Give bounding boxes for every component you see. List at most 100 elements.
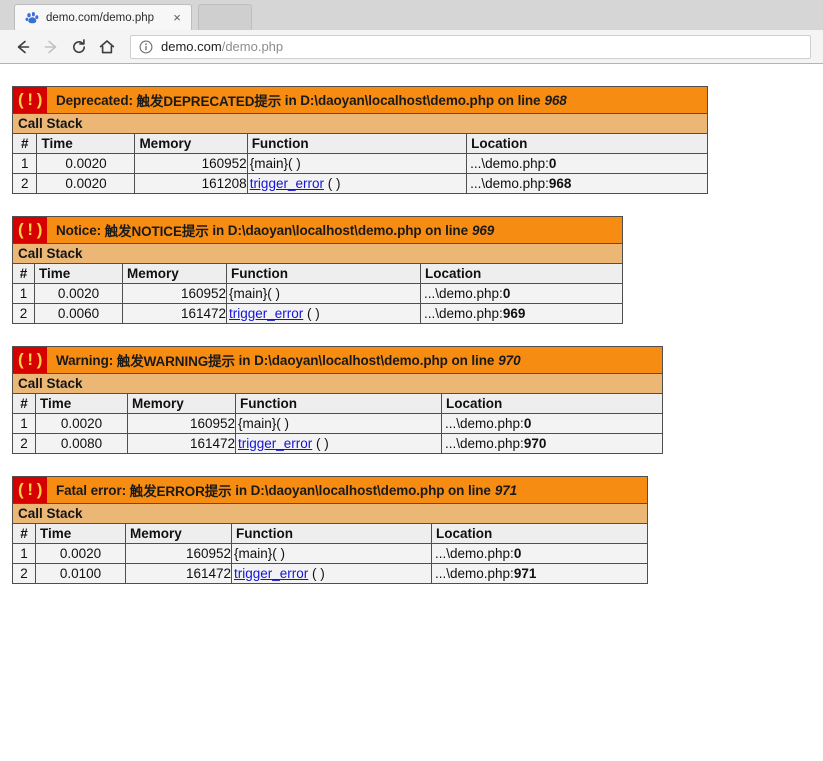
error-severity: Fatal error: (55, 482, 127, 498)
back-button[interactable] (10, 34, 36, 60)
function-link[interactable]: trigger_error (234, 566, 308, 581)
location-line: 0 (523, 416, 532, 431)
error-message: 触发NOTICE提示 (104, 224, 209, 239)
error-file-path: D:\daoyan\localhost\demo.php (250, 482, 445, 498)
stack-frame-index: 2 (12, 563, 36, 584)
column-header-function: Function (235, 393, 442, 414)
location-file: ...\demo.php: (424, 286, 503, 301)
error-alert-icon: ( ! ) (13, 217, 47, 243)
call-stack-row: 1 0.0020 160952 {main}( ) ...\demo.php:0 (11, 153, 708, 174)
home-icon (98, 38, 116, 56)
stack-frame-memory: 161472 (125, 563, 232, 584)
address-bar[interactable]: demo.com/demo.php (130, 34, 811, 59)
function-link[interactable]: trigger_error (229, 306, 303, 321)
location-file: ...\demo.php: (435, 566, 514, 581)
url-display: demo.com/demo.php (161, 39, 283, 54)
error-in-word: in (235, 482, 247, 498)
location-line: 0 (513, 546, 522, 561)
column-header-function: Function (226, 263, 421, 284)
stack-frame-function: trigger_error ( ) (246, 173, 468, 194)
column-header-num: # (12, 393, 36, 414)
stack-frame-memory: 160952 (125, 543, 232, 564)
stack-frame-memory: 161472 (122, 303, 227, 324)
function-args: {main}( ) (234, 546, 286, 561)
stack-frame-location: ...\demo.php:0 (430, 543, 649, 564)
reload-button[interactable] (66, 34, 92, 60)
xdebug-block-warning: ( ! ) Warning: 触发WARNING提示 in D:\daoyan\l… (11, 346, 664, 454)
browser-chrome: demo.com/demo.php × demo.com/demo.php (0, 0, 823, 64)
stack-frame-memory: 160952 (134, 153, 248, 174)
function-args: ( ) (308, 566, 325, 581)
stack-frame-time: 0.0100 (35, 563, 126, 584)
column-header-location: Location (440, 393, 664, 414)
back-arrow-icon (14, 38, 32, 56)
error-in-word: in (284, 92, 297, 108)
location-file: ...\demo.php: (445, 416, 524, 431)
column-header-time: Time (34, 263, 123, 284)
forward-arrow-icon (42, 38, 60, 56)
function-args: {main}( ) (238, 416, 290, 431)
browser-tab-demo[interactable]: demo.com/demo.php × (14, 4, 192, 30)
stack-frame-time: 0.0060 (34, 303, 123, 324)
location-line: 968 (548, 176, 572, 191)
stack-frame-time: 0.0020 (35, 543, 126, 564)
call-stack-label: Call Stack (11, 243, 624, 264)
error-file-path: D:\daoyan\localhost\demo.php (254, 352, 448, 368)
stack-frame-memory: 160952 (122, 283, 227, 304)
error-line-number: 971 (494, 482, 518, 498)
location-file: ...\demo.php: (470, 156, 549, 171)
column-header-function: Function (246, 133, 468, 154)
error-severity: Warning: (55, 352, 114, 368)
browser-toolbar: demo.com/demo.php (0, 30, 823, 63)
info-icon[interactable] (139, 40, 153, 54)
call-stack-row: 1 0.0020 160952 {main}( ) ...\demo.php:0 (12, 413, 664, 434)
error-message: 触发DEPRECATED提示 (136, 94, 282, 109)
new-tab-button[interactable] (198, 4, 252, 30)
tab-strip: demo.com/demo.php × (0, 0, 823, 30)
stack-frame-time: 0.0020 (36, 173, 136, 194)
call-stack-label: Call Stack (12, 113, 708, 134)
column-header-num: # (12, 263, 35, 284)
function-args: {main}( ) (229, 286, 281, 301)
error-title-text: Notice: 触发NOTICE提示 in D:\daoyan\localhos… (47, 217, 500, 243)
stack-frame-time: 0.0020 (35, 413, 128, 434)
paw-favicon (25, 11, 39, 25)
page-content: ( ! ) Deprecated: 触发DEPRECATED提示 in D:\da… (0, 64, 823, 759)
stack-frame-location: ...\demo.php:0 (419, 283, 624, 304)
column-header-memory: Memory (134, 133, 248, 154)
home-button[interactable] (94, 34, 120, 60)
xdebug-block-deprecated: ( ! ) Deprecated: 触发DEPRECATED提示 in D:\da… (11, 86, 708, 194)
error-severity: Notice: (55, 222, 101, 238)
error-severity: Deprecated: (55, 92, 133, 108)
stack-frame-memory: 160952 (127, 413, 236, 434)
error-file-path: D:\daoyan\localhost\demo.php (300, 92, 494, 108)
call-stack-row: 1 0.0020 160952 {main}( ) ...\demo.php:0 (12, 283, 624, 304)
stack-frame-index: 2 (12, 433, 36, 454)
error-header-notice: ( ! ) Notice: 触发NOTICE提示 in D:\daoyan\loc… (12, 216, 623, 244)
function-link[interactable]: trigger_error (238, 436, 312, 451)
xdebug-block-fatal-error: ( ! ) Fatal error: 触发ERROR提示 in D:\daoyan… (11, 476, 649, 584)
stack-frame-index: 1 (11, 153, 38, 174)
error-online-word: on line (425, 222, 468, 238)
forward-button[interactable] (38, 34, 64, 60)
column-header-memory: Memory (127, 393, 236, 414)
url-path: /demo.php (221, 39, 284, 54)
function-link[interactable]: trigger_error (250, 176, 324, 191)
error-online-word: on line (497, 92, 541, 108)
close-icon[interactable]: × (169, 10, 185, 26)
function-args: {main}( ) (249, 156, 301, 171)
error-online-word: on line (448, 482, 491, 498)
error-in-word: in (212, 222, 225, 238)
stack-frame-location: ...\demo.php:0 (440, 413, 664, 434)
error-header-fatal-error: ( ! ) Fatal error: 触发ERROR提示 in D:\daoyan… (12, 476, 648, 504)
error-file-path: D:\daoyan\localhost\demo.php (227, 222, 422, 238)
error-title-text: Fatal error: 触发ERROR提示 in D:\daoyan\loca… (47, 477, 523, 503)
stack-frame-location: ...\demo.php:970 (440, 433, 664, 454)
stack-frame-function: {main}( ) (231, 543, 432, 564)
call-stack-label: Call Stack (11, 503, 649, 524)
stack-frame-function: trigger_error ( ) (235, 433, 442, 454)
stack-frame-index: 1 (12, 283, 35, 304)
stack-frame-location: ...\demo.php:969 (419, 303, 624, 324)
location-file: ...\demo.php: (470, 176, 549, 191)
stack-frame-function: {main}( ) (235, 413, 442, 434)
